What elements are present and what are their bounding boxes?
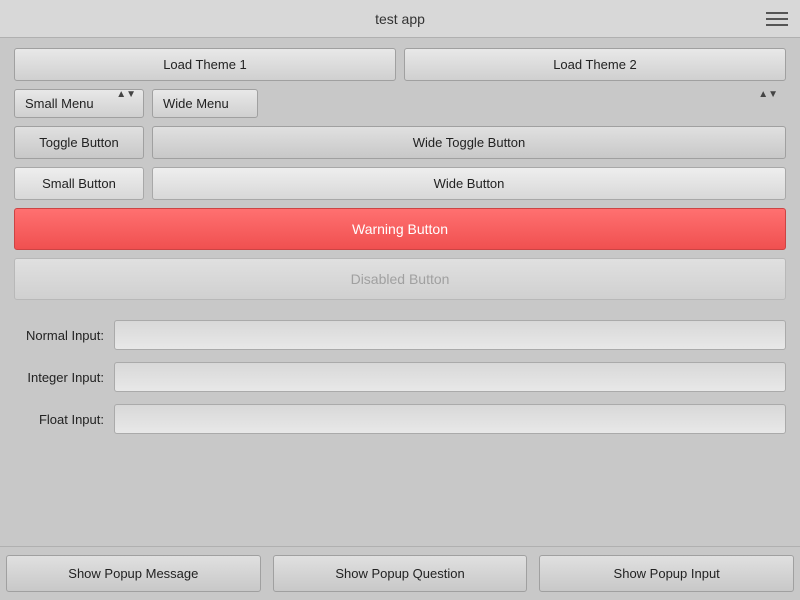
main-content: Load Theme 1 Load Theme 2 Small Menu ▲▼ … <box>0 38 800 456</box>
integer-input[interactable] <box>114 362 786 392</box>
float-input-label: Float Input: <box>14 412 114 427</box>
show-popup-input-button[interactable]: Show Popup Input <box>539 555 794 592</box>
menu-row: Small Menu ▲▼ Wide Menu ▲▼ <box>14 89 786 118</box>
load-theme-row: Load Theme 1 Load Theme 2 <box>14 48 786 81</box>
normal-input-row: Normal Input: <box>14 320 786 350</box>
small-menu-container: Small Menu ▲▼ <box>14 89 144 118</box>
float-input-row: Float Input: <box>14 404 786 434</box>
wide-menu-select[interactable]: Wide Menu <box>152 89 258 118</box>
show-popup-message-button[interactable]: Show Popup Message <box>6 555 261 592</box>
wide-button[interactable]: Wide Button <box>152 167 786 200</box>
show-popup-question-button[interactable]: Show Popup Question <box>273 555 528 592</box>
toggle-button[interactable]: Toggle Button <box>14 126 144 159</box>
input-section: Normal Input: Integer Input: Float Input… <box>14 320 786 434</box>
integer-input-row: Integer Input: <box>14 362 786 392</box>
wide-menu-arrow-icon: ▲▼ <box>758 89 778 100</box>
app-title: test app <box>375 11 425 27</box>
toggle-row: Toggle Button Wide Toggle Button <box>14 126 786 159</box>
normal-input-label: Normal Input: <box>14 328 114 343</box>
small-button[interactable]: Small Button <box>14 167 144 200</box>
integer-input-label: Integer Input: <box>14 370 114 385</box>
wide-menu-container: Wide Menu ▲▼ <box>152 89 786 118</box>
small-menu-select[interactable]: Small Menu <box>14 89 144 118</box>
small-wide-row: Small Button Wide Button <box>14 167 786 200</box>
float-input[interactable] <box>114 404 786 434</box>
hamburger-menu-icon[interactable] <box>766 12 788 26</box>
normal-input[interactable] <box>114 320 786 350</box>
warning-button[interactable]: Warning Button <box>14 208 786 250</box>
wide-toggle-button[interactable]: Wide Toggle Button <box>152 126 786 159</box>
load-theme-1-button[interactable]: Load Theme 1 <box>14 48 396 81</box>
bottom-bar: Show Popup Message Show Popup Question S… <box>0 546 800 600</box>
load-theme-2-button[interactable]: Load Theme 2 <box>404 48 786 81</box>
disabled-button: Disabled Button <box>14 258 786 300</box>
title-bar: test app <box>0 0 800 38</box>
